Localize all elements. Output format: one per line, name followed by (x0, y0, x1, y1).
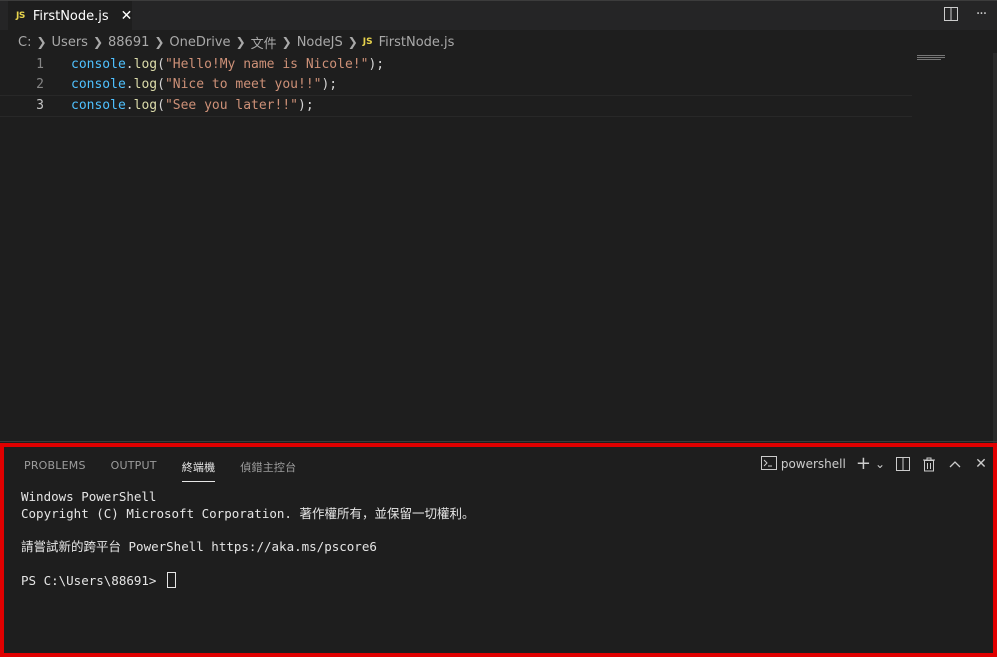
code-line-current[interactable]: 3 console.log("See you later!!"); (0, 95, 912, 117)
chevron-right-icon: ❯ (347, 35, 358, 49)
chevron-up-icon[interactable] (947, 455, 963, 473)
chevron-right-icon: ❯ (36, 35, 47, 49)
code-content[interactable]: console.log("See you later!!"); (71, 96, 314, 116)
line-number: 1 (36, 57, 44, 72)
minimap[interactable] (917, 55, 992, 61)
terminal-shell-label: powershell (780, 457, 846, 471)
terminal-output[interactable]: Windows PowerShell Copyright (C) Microsof… (21, 489, 474, 589)
editor-tab-bar: JS FirstNode.js ✕ ··· (0, 0, 997, 31)
chevron-right-icon: ❯ (235, 35, 246, 49)
terminal-cursor (167, 571, 176, 588)
code-line[interactable]: 1 console.log("Hello!My name is Nicole!"… (0, 55, 912, 75)
terminal-prompt-line[interactable]: PS C:\Users\88691> (21, 571, 474, 590)
breadcrumb-item-user[interactable]: 88691 (108, 35, 149, 50)
tab-terminal[interactable]: 終端機 (181, 459, 216, 482)
code-line[interactable]: 2 console.log("Nice to meet you!!"); (0, 75, 912, 95)
split-editor-icon[interactable] (943, 5, 959, 23)
chevron-right-icon: ❯ (154, 35, 165, 49)
split-terminal-icon[interactable] (895, 455, 911, 473)
chevron-right-icon: ❯ (281, 35, 292, 49)
breadcrumb-item-drive[interactable]: C: (18, 35, 31, 50)
tab-debug-console[interactable]: 偵錯主控台 (240, 459, 296, 482)
terminal-icon (760, 455, 777, 473)
terminal-prompt: PS C:\Users\88691> (21, 572, 164, 588)
breadcrumb: C: ❯ Users ❯ 88691 ❯ OneDrive ❯ 文件 ❯ Nod… (0, 31, 997, 53)
breadcrumb-item-onedrive[interactable]: OneDrive (169, 35, 230, 50)
line-number: 2 (36, 77, 44, 92)
panel-actions: powershell + ⌄ ✕ (760, 455, 989, 473)
js-file-icon: JS (362, 37, 373, 47)
editor-scrollbar[interactable] (993, 53, 997, 443)
close-icon[interactable]: ✕ (121, 8, 133, 24)
terminal-selector[interactable]: powershell (760, 455, 846, 473)
more-actions-icon[interactable]: ··· (973, 5, 989, 23)
line-number: 3 (36, 98, 44, 113)
terminal-line: Copyright (C) Microsoft Corporation. 著作權… (21, 505, 475, 521)
tab-output[interactable]: OUTPUT (111, 459, 157, 482)
tab-firstnode-js[interactable]: JS FirstNode.js ✕ (8, 1, 132, 31)
trash-icon[interactable] (921, 455, 937, 473)
tab-problems[interactable]: PROBLEMS (24, 459, 86, 482)
terminal-line: Windows PowerShell (21, 489, 157, 504)
chevron-down-icon[interactable]: ⌄ (875, 457, 885, 471)
breadcrumb-item-documents[interactable]: 文件 (251, 33, 277, 52)
breadcrumb-item-nodejs[interactable]: NodeJS (297, 35, 343, 50)
tab-label: FirstNode.js (32, 8, 109, 24)
code-content[interactable]: console.log("Nice to meet you!!"); (71, 75, 337, 95)
panel-divider[interactable] (0, 441, 997, 442)
code-content[interactable]: console.log("Hello!My name is Nicole!"); (71, 55, 384, 75)
code-editor[interactable]: 1 console.log("Hello!My name is Nicole!"… (0, 55, 912, 435)
js-file-icon: JS (16, 11, 25, 21)
chevron-right-icon: ❯ (92, 35, 103, 49)
breadcrumb-item-file[interactable]: FirstNode.js (379, 35, 455, 50)
breadcrumb-item-users[interactable]: Users (52, 35, 88, 50)
panel-tabs: PROBLEMS OUTPUT 終端機 偵錯主控台 (24, 459, 321, 482)
terminal-line: 請嘗試新的跨平台 PowerShell https://aka.ms/pscor… (21, 538, 377, 554)
terminal-panel: PROBLEMS OUTPUT 終端機 偵錯主控台 powershell + ⌄… (0, 443, 997, 657)
close-panel-icon[interactable]: ✕ (973, 455, 989, 473)
add-terminal-icon[interactable]: + (856, 455, 871, 473)
